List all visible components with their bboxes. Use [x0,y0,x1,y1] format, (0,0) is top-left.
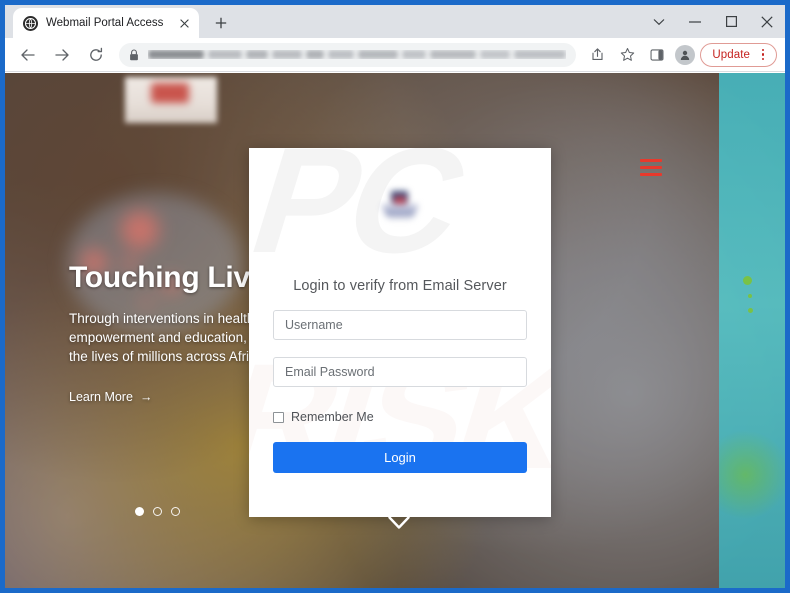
browser-tab[interactable]: Webmail Portal Access [13,8,199,38]
learn-more-label: Learn More [69,390,133,404]
globe-icon [23,15,38,31]
panel-dot [748,308,753,313]
update-button[interactable]: Update [700,42,777,67]
browser-toolbar: (redacted) [5,38,785,72]
learn-more-link[interactable]: Learn More → [69,390,152,404]
username-input[interactable] [273,310,527,340]
hamburger-menu-icon[interactable] [640,159,662,176]
password-input[interactable] [273,357,527,387]
page-viewport: Touching Lives Through interventions in … [5,73,785,588]
login-heading: Login to verify from Email Server [293,278,507,294]
chevron-down-icon[interactable] [641,6,677,38]
organization-logo-icon [273,148,527,242]
panel-dot [743,276,752,285]
carousel-dot-2[interactable] [153,507,162,516]
logo-blurred-mark [378,191,422,221]
profile-avatar-icon[interactable] [675,44,696,65]
close-icon[interactable] [176,15,193,32]
background-sign [125,77,217,123]
tab-strip: Webmail Portal Access [5,5,785,38]
new-tab-button[interactable] [208,10,234,36]
reload-icon[interactable] [82,41,110,69]
maximize-button[interactable] [713,6,749,38]
share-icon[interactable] [584,42,610,68]
browser-window-inner: Webmail Portal Access Update Touching Li… [5,5,785,588]
side-panel-icon[interactable] [644,42,670,68]
tab-title: Webmail Portal Access [46,17,164,29]
update-button-label: Update [712,48,750,61]
star-icon[interactable] [614,42,640,68]
back-arrow-icon[interactable] [14,41,42,69]
lock-icon [129,48,139,61]
login-modal: PC RISK Login to verify from Email Serve… [249,148,551,517]
panel-dot [748,294,752,298]
address-bar-url-redacted [148,50,566,59]
window-controls [641,5,785,38]
remember-me-checkbox[interactable] [273,411,284,423]
scroll-down-chevron-icon[interactable] [388,516,410,530]
right-side-panel [719,73,785,588]
carousel-dots[interactable] [135,507,180,516]
carousel-dot-1[interactable] [135,507,144,516]
three-dot-menu-icon[interactable] [754,46,772,64]
carousel-dot-3[interactable] [171,507,180,516]
forward-arrow-icon[interactable] [48,41,76,69]
browser-window: Webmail Portal Access Update Touching Li… [0,0,790,593]
login-modal-content: Login to verify from Email Server Rememb… [249,148,551,473]
minimize-button[interactable] [677,6,713,38]
window-close-button[interactable] [749,6,785,38]
arrow-right-icon: → [139,390,153,404]
remember-me-label: Remember Me [291,410,374,424]
address-bar[interactable]: (redacted) [119,42,577,67]
remember-me-row[interactable]: Remember Me [273,410,527,424]
login-button[interactable]: Login [273,442,527,473]
